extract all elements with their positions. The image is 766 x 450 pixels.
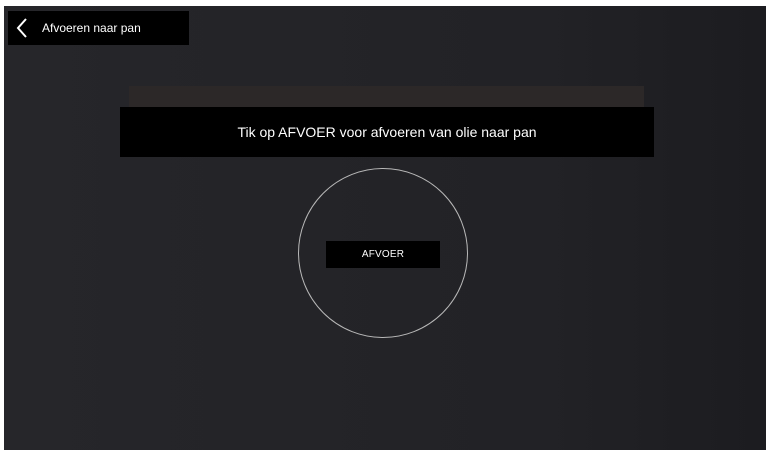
banner-top-strip — [129, 86, 644, 108]
chevron-left-icon — [16, 18, 27, 38]
page-title: Afvoeren naar pan — [42, 21, 141, 35]
header-bar: Afvoeren naar pan — [8, 11, 189, 45]
drain-to-pan-screen: Afvoeren naar pan Tik op AFVOER voor afv… — [4, 6, 766, 450]
back-button[interactable] — [8, 11, 36, 45]
drain-button[interactable]: AFVOER — [326, 241, 440, 268]
instruction-banner: Tik op AFVOER voor afvoeren van olie naa… — [120, 107, 654, 157]
instruction-text: Tik op AFVOER voor afvoeren van olie naa… — [237, 124, 537, 140]
